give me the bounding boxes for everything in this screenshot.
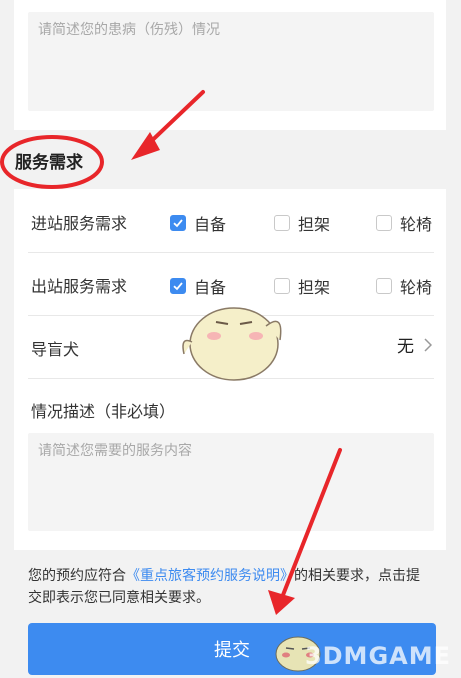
checkbox-unchecked-icon[interactable] xyxy=(274,215,290,231)
checkbox-checked-icon[interactable] xyxy=(170,215,186,231)
inbound-option-stretcher[interactable]: 担架 xyxy=(274,211,330,235)
service-textarea[interactable]: 请简述您需要的服务内容 xyxy=(28,433,434,531)
outbound-option-stretcher-label: 担架 xyxy=(298,278,331,297)
checkbox-unchecked-icon[interactable] xyxy=(376,215,392,231)
guide-dog-label: 导盲犬 xyxy=(31,340,80,359)
inbound-option-self-label: 自备 xyxy=(194,215,227,234)
outbound-option-self[interactable]: 自备 xyxy=(170,274,226,298)
outbound-option-stretcher[interactable]: 担架 xyxy=(274,274,330,298)
outbound-option-wheelchair[interactable]: 轮椅 xyxy=(376,274,432,298)
section-title: 服务需求 xyxy=(15,153,83,173)
notice-text: 您的预约应符合《重点旅客预约服务说明》的相关要求，点击提交即表示您已同意相关要求… xyxy=(28,565,428,609)
row-outbound-service: 出站服务需求 自备 担架 轮椅 xyxy=(28,253,434,316)
submit-label: 提交 xyxy=(214,640,250,661)
inbound-option-wheelchair[interactable]: 轮椅 xyxy=(376,211,432,235)
row-guide-dog[interactable]: 导盲犬 无 xyxy=(28,316,434,379)
outbound-option-self-label: 自备 xyxy=(194,278,227,297)
illness-textarea[interactable]: 请简述您的患病（伤残）情况 xyxy=(28,12,434,111)
situation-label: 情况描述（非必填） xyxy=(31,402,176,421)
service-terms-link[interactable]: 《重点旅客预约服务说明》 xyxy=(126,568,294,584)
guide-dog-value: 无 xyxy=(397,337,414,357)
checkbox-checked-icon[interactable] xyxy=(170,278,186,294)
checkbox-unchecked-icon[interactable] xyxy=(274,278,290,294)
inbound-option-wheelchair-label: 轮椅 xyxy=(400,215,433,234)
inbound-option-stretcher-label: 担架 xyxy=(298,215,331,234)
inbound-option-self[interactable]: 自备 xyxy=(170,211,226,235)
submit-button[interactable]: 提交 xyxy=(28,623,436,675)
checkbox-unchecked-icon[interactable] xyxy=(376,278,392,294)
notice-before: 您的预约应符合 xyxy=(28,568,126,584)
row-inbound-service: 进站服务需求 自备 担架 轮椅 xyxy=(28,190,434,253)
guide-dog-select[interactable]: 无 xyxy=(397,332,432,357)
outbound-label: 出站服务需求 xyxy=(31,277,128,296)
chevron-right-icon xyxy=(424,337,432,352)
outbound-option-wheelchair-label: 轮椅 xyxy=(400,278,433,297)
inbound-label: 进站服务需求 xyxy=(31,214,128,233)
